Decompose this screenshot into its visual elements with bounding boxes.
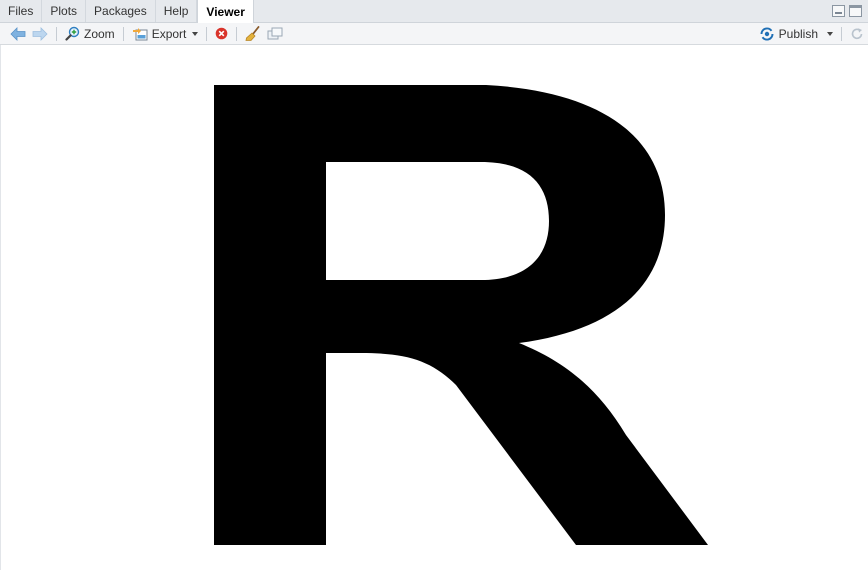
publish-button[interactable]: Publish: [756, 24, 836, 44]
tab-packages[interactable]: Packages: [86, 0, 156, 22]
chevron-down-icon: [827, 32, 833, 36]
toolbar-separator: [122, 26, 124, 41]
tab-label: Plots: [50, 3, 78, 18]
clear-all-button[interactable]: [242, 24, 264, 44]
zoom-label: Zoom: [84, 26, 115, 41]
export-icon: [132, 27, 148, 40]
toolbar-right-group: Publish: [756, 23, 868, 45]
tab-label: Files: [8, 3, 34, 18]
publish-label: Publish: [778, 27, 818, 41]
zoom-button[interactable]: Zoom: [62, 24, 118, 44]
tab-plots[interactable]: Plots: [42, 0, 87, 22]
show-in-window-icon: [267, 27, 283, 39]
toolbar-separator: [236, 26, 238, 41]
viewer-toolbar: Zoom Export Publish: [0, 23, 868, 45]
zoom-icon: [65, 26, 80, 41]
pane-tab-bar: Files Plots Packages Help Viewer: [0, 0, 868, 23]
tab-label: Packages: [94, 3, 147, 18]
arrow-left-icon: [10, 26, 26, 41]
publish-icon: [760, 27, 774, 41]
refresh-icon: [851, 28, 863, 40]
chevron-down-icon: [192, 31, 199, 36]
tab-label: Viewer: [206, 4, 245, 19]
back-button[interactable]: [7, 24, 29, 44]
remove-icon: [216, 27, 228, 40]
tab-viewer[interactable]: Viewer: [197, 0, 254, 23]
tab-label: Help: [163, 3, 189, 18]
export-label: Export: [151, 26, 187, 41]
export-button[interactable]: Export: [129, 24, 202, 44]
tab-files[interactable]: Files: [0, 0, 43, 22]
minimize-pane-button[interactable]: [832, 5, 845, 17]
viewer-content: R: [0, 45, 868, 570]
tab-help[interactable]: Help: [156, 0, 198, 22]
r-glyph-shape: [214, 85, 708, 545]
toolbar-separator: [841, 27, 842, 41]
broom-icon: [245, 26, 260, 41]
refresh-button[interactable]: [847, 24, 868, 44]
pane-window-controls: [832, 5, 862, 17]
toolbar-separator: [56, 26, 57, 41]
show-in-window-button[interactable]: [264, 24, 286, 44]
toolbar-separator: [206, 26, 208, 41]
r-glyph: R: [214, 85, 708, 545]
forward-button[interactable]: [29, 24, 51, 44]
remove-viewer-button[interactable]: [212, 24, 231, 44]
maximize-pane-button[interactable]: [849, 5, 862, 17]
arrow-right-icon: [32, 26, 48, 41]
